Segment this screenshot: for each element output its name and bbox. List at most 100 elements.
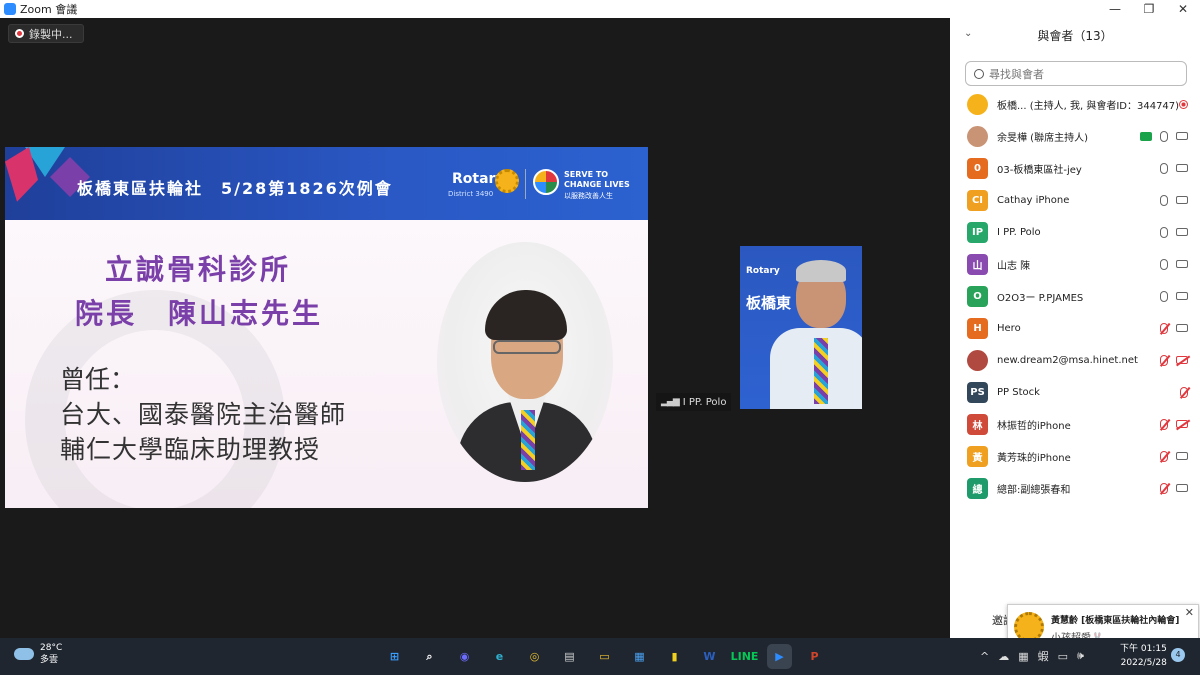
- signal-icon: ▂▄▆: [661, 397, 680, 407]
- panel-title: 與會者（13）: [1037, 28, 1113, 43]
- slide-banner: 板橋東區扶輪社 5/28第1826次例會 Rotary District 349…: [5, 147, 648, 220]
- camera-icon[interactable]: [1176, 260, 1188, 268]
- mic-icon[interactable]: [1160, 162, 1168, 174]
- participant-list: 板橋... (主持人, 我, 與會者ID：344747) 余旻樺 (聯席主持人) 0…: [950, 88, 1200, 504]
- rotary-wheel-icon: [495, 169, 519, 193]
- system-clock[interactable]: 下午 01:15 2022/5/28: [1120, 642, 1167, 670]
- display-icon[interactable]: ▭: [1058, 650, 1068, 663]
- camera-icon[interactable]: [1176, 324, 1188, 332]
- camera-icon[interactable]: [1176, 164, 1188, 172]
- mic-muted-icon[interactable]: [1160, 482, 1168, 494]
- mic-icon[interactable]: [1160, 194, 1168, 206]
- weather-widget[interactable]: 28°C 多雲: [14, 642, 62, 666]
- input-method-icon[interactable]: 蝦: [1038, 648, 1049, 664]
- recording-indicator[interactable]: 錄製中...: [8, 24, 84, 43]
- network-icon[interactable]: ▦: [1018, 650, 1028, 663]
- window-titlebar: Zoom 會議 — ❐ ✕: [0, 0, 1200, 18]
- slide-heading-clinic: 立誠骨科診所: [105, 253, 292, 286]
- slide-text-former: 曾任：: [60, 365, 136, 394]
- participant-row[interactable]: 余旻樺 (聯席主持人): [950, 120, 1200, 152]
- camera-off-icon[interactable]: [1176, 356, 1188, 364]
- slide-heading-speaker: 院長 陳山志先生: [75, 297, 324, 330]
- participant-name: Hero: [997, 322, 1021, 334]
- participant-row[interactable]: 0 03-板橋東區社-jey: [950, 152, 1200, 184]
- close-icon[interactable]: ✕: [1185, 606, 1194, 619]
- cloud-icon: [14, 648, 34, 660]
- participant-search-input[interactable]: 尋找與會者: [965, 61, 1187, 86]
- participant-name: 余旻樺 (聯席主持人): [997, 132, 1088, 144]
- participant-row[interactable]: 黃黃芳珠的iPhone: [950, 440, 1200, 472]
- participant-video-tile[interactable]: Rotary 板橋東: [740, 246, 862, 409]
- notification-badge[interactable]: 4: [1171, 648, 1185, 662]
- minimize-button[interactable]: —: [1098, 2, 1132, 16]
- participant-status-icons: [1160, 482, 1188, 494]
- camera-icon[interactable]: [1176, 132, 1188, 140]
- avatar: 總: [967, 477, 988, 499]
- video-bg-text: 板橋東: [746, 294, 792, 312]
- camera-icon[interactable]: [1176, 228, 1188, 236]
- participant-row[interactable]: PS PP Stock: [950, 376, 1200, 408]
- teams-app[interactable]: ◉: [452, 644, 477, 669]
- mic-icon[interactable]: [1160, 130, 1168, 142]
- camera-icon[interactable]: [1176, 484, 1188, 492]
- maximize-button[interactable]: ❐: [1132, 2, 1166, 16]
- participant-status-icons: [1160, 194, 1188, 206]
- camera-icon[interactable]: [1176, 196, 1188, 204]
- shared-screen-slide: 板橋東區扶輪社 5/28第1826次例會 Rotary District 349…: [5, 147, 648, 508]
- mic-icon[interactable]: [1160, 226, 1168, 238]
- camera-icon[interactable]: [1176, 292, 1188, 300]
- participant-row[interactable]: 山山志 陳: [950, 248, 1200, 280]
- chevron-down-icon[interactable]: ⌄: [964, 28, 972, 39]
- participant-row[interactable]: IP I PP. Polo: [950, 216, 1200, 248]
- photos-app[interactable]: ▤: [557, 644, 582, 669]
- participant-status-icons: [1140, 130, 1188, 142]
- start-button[interactable]: ⊞: [382, 644, 407, 669]
- volume-icon[interactable]: 🕪: [1077, 649, 1084, 663]
- notepad-app[interactable]: ▦: [627, 644, 652, 669]
- zoom-app[interactable]: ▶: [767, 644, 792, 669]
- video-participant-name: I PP. Polo: [682, 396, 727, 408]
- edge-app[interactable]: e: [487, 644, 512, 669]
- close-button[interactable]: ✕: [1166, 2, 1200, 16]
- mic-muted-icon[interactable]: [1160, 354, 1168, 366]
- line-app[interactable]: LINE: [731, 644, 759, 669]
- participant-row[interactable]: H Hero: [950, 312, 1200, 344]
- word-app[interactable]: W: [697, 644, 722, 669]
- participant-status-icons: [1160, 258, 1188, 270]
- avatar: CI: [967, 189, 988, 211]
- participant-row[interactable]: CI Cathay iPhone: [950, 184, 1200, 216]
- participant-row[interactable]: 總總部:副總張春和: [950, 472, 1200, 504]
- chrome-app[interactable]: ◎: [522, 644, 547, 669]
- serve-logo-icon: [533, 169, 559, 195]
- camera-off-icon[interactable]: [1176, 420, 1188, 428]
- participant-name: PP Stock: [997, 386, 1040, 398]
- mic-muted-icon[interactable]: [1160, 322, 1168, 334]
- participant-name: 板橋... (主持人, 我, 與會者ID：344747): [997, 100, 1180, 112]
- show-hidden-icons-button[interactable]: ^: [980, 650, 989, 663]
- slide-body: 立誠骨科診所 院長 陳山志先生 曾任： 台大、國泰醫院主治醫師 輔仁大學臨床助理…: [5, 220, 648, 508]
- participant-row[interactable]: O O2O3ー P.PJAMES: [950, 280, 1200, 312]
- video-person-hair: [796, 260, 846, 282]
- video-name-label: ▂▄▆ I PP. Polo: [656, 393, 732, 411]
- mic-icon[interactable]: [1160, 290, 1168, 302]
- speaker-portrait: [437, 242, 613, 482]
- mic-icon[interactable]: [1160, 258, 1168, 270]
- avatar: 林: [967, 413, 988, 435]
- participant-name: 03-板橋東區社-jey: [997, 164, 1082, 176]
- powerpoint-app[interactable]: P: [802, 644, 827, 669]
- mic-muted-icon[interactable]: [1160, 450, 1168, 462]
- mic-muted-icon[interactable]: [1160, 418, 1168, 430]
- participant-row[interactable]: 林林振哲的iPhone: [950, 408, 1200, 440]
- search-button[interactable]: ⌕: [417, 644, 442, 669]
- camera-icon[interactable]: [1176, 452, 1188, 460]
- mic-muted-icon[interactable]: [1180, 386, 1188, 398]
- explorer-app[interactable]: ▭: [592, 644, 617, 669]
- participant-row[interactable]: 板橋... (主持人, 我, 與會者ID：344747): [950, 88, 1200, 120]
- avatar: H: [967, 317, 988, 339]
- search-icon: [974, 68, 984, 79]
- portrait-tie: [521, 410, 535, 470]
- participant-row[interactable]: new.dream2@msa.hinet.net: [950, 344, 1200, 376]
- sticky-notes-app[interactable]: ▮: [662, 644, 687, 669]
- onedrive-icon[interactable]: ☁: [998, 650, 1009, 663]
- participant-status-icons: [1160, 226, 1188, 238]
